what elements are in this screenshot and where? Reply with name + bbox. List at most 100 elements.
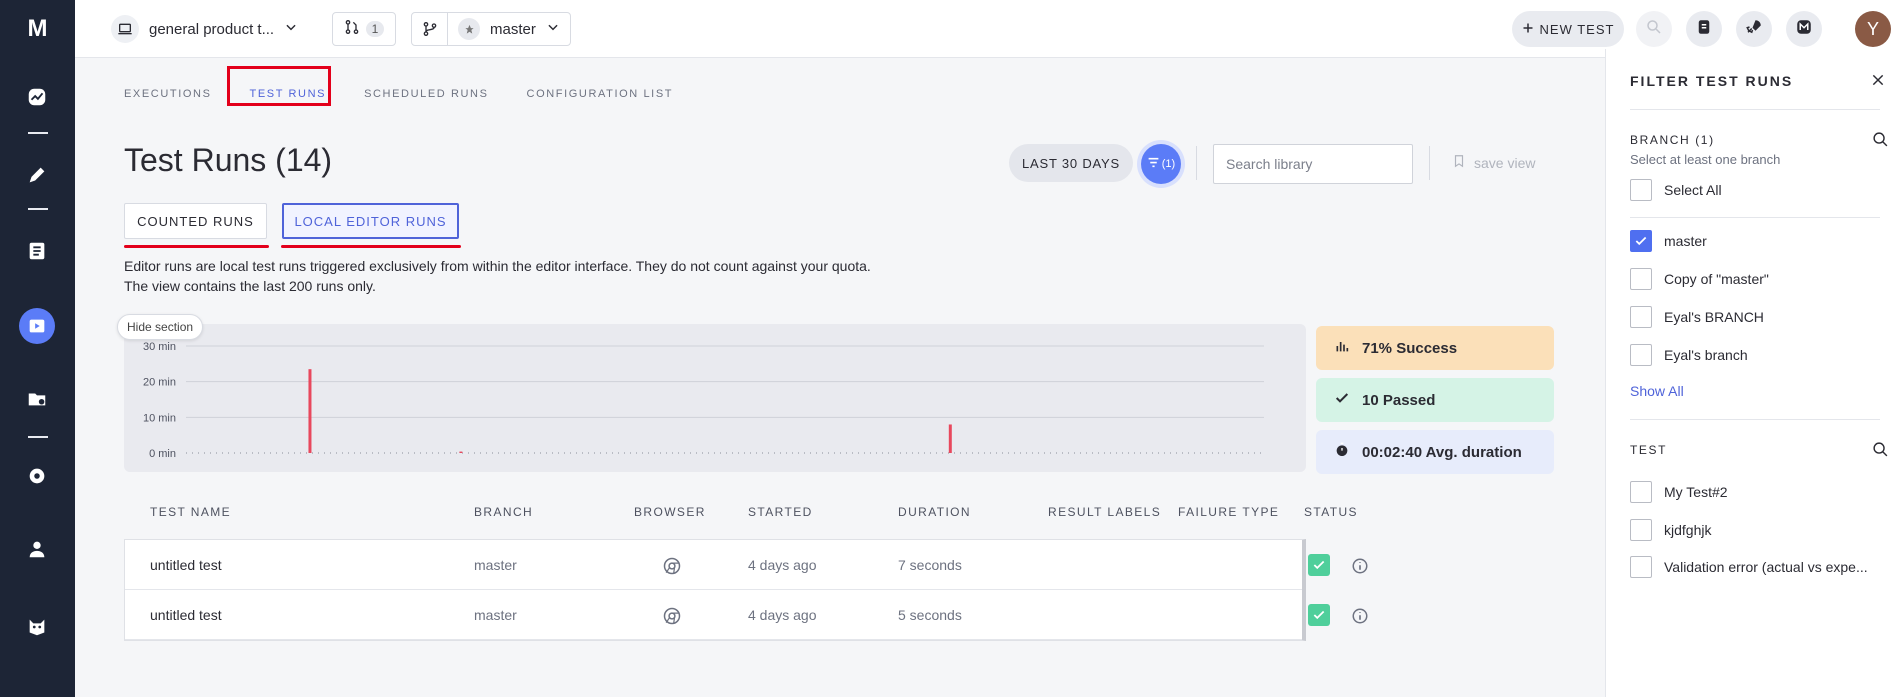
checkbox[interactable] [1630, 481, 1652, 503]
rocket-button[interactable] [1736, 11, 1772, 47]
checkbox-label: My Test#2 [1664, 484, 1728, 500]
user-icon[interactable] [22, 534, 52, 564]
close-icon[interactable] [1871, 73, 1885, 92]
rail-separator [28, 208, 48, 210]
info-icon[interactable] [1351, 557, 1369, 578]
test-section-header: TEST [1630, 443, 1668, 457]
chevron-down-icon [284, 20, 298, 38]
column-test-name[interactable]: TEST NAME [150, 505, 231, 519]
dashboard-icon[interactable] [22, 82, 52, 112]
annotation-underline [281, 245, 461, 248]
success-stat-label: 71% Success [1362, 339, 1458, 357]
checkbox[interactable] [1630, 230, 1652, 252]
counted-runs-button[interactable]: COUNTED RUNS [124, 203, 267, 239]
avatar[interactable]: Y [1855, 11, 1891, 47]
filter-button[interactable]: (1) [1141, 144, 1181, 184]
filter-panel-title: FILTER TEST RUNS [1630, 73, 1794, 89]
checkbox[interactable] [1630, 556, 1652, 578]
project-selector[interactable]: general product t... [111, 12, 298, 46]
bar-chart-icon [1334, 338, 1350, 358]
test-option[interactable]: kjdfghjk [1630, 519, 1711, 541]
description: Editor runs are local test runs triggere… [124, 256, 871, 296]
checkbox[interactable] [1630, 306, 1652, 328]
column-result-labels[interactable]: RESULT LABELS [1048, 505, 1161, 519]
tab-scheduled-runs[interactable]: SCHEDULED RUNS [364, 88, 488, 106]
column-branch[interactable]: BRANCH [474, 505, 533, 519]
checkbox[interactable] [1630, 519, 1652, 541]
branch-option-copy-of-master[interactable]: Copy of "master" [1630, 268, 1769, 290]
duration-bar [308, 369, 312, 453]
duration-stat-label: 00:02:40 Avg. duration [1362, 443, 1522, 461]
checkbox-label: kjdfghjk [1664, 522, 1712, 538]
hide-section-button[interactable]: Hide section [117, 314, 204, 340]
column-status[interactable]: STATUS [1304, 505, 1358, 519]
checkbox[interactable] [1630, 179, 1652, 201]
search-input[interactable]: Search library [1213, 144, 1413, 184]
app-logo[interactable]: M [0, 0, 75, 58]
checkbox[interactable] [1630, 268, 1652, 290]
checkbox-label: Copy of "master" [1664, 271, 1769, 287]
show-all-link[interactable]: Show All [1630, 383, 1684, 399]
document-icon[interactable] [22, 236, 52, 266]
column-started[interactable]: STARTED [748, 505, 813, 519]
pull-request-button[interactable]: 1 [332, 12, 396, 46]
search-icon[interactable] [1872, 131, 1889, 153]
table-row[interactable]: untitled test master 4 days ago 5 second… [125, 590, 1368, 640]
new-test-button[interactable]: NEW TEST [1512, 11, 1624, 47]
test-runs-play-icon[interactable] [19, 308, 55, 344]
laptop-icon [111, 15, 139, 43]
save-view-button[interactable]: save view [1452, 154, 1535, 171]
tab-configuration-list[interactable]: CONFIGURATION LIST [527, 88, 674, 106]
annotation-underline [124, 245, 269, 248]
pull-request-count: 1 [365, 21, 385, 37]
status-passed-icon[interactable] [1308, 604, 1330, 626]
test-name-cell[interactable]: untitled test [150, 557, 222, 573]
gear-icon[interactable] [22, 461, 52, 491]
page-title: Test Runs (14) [124, 142, 333, 178]
divider [1630, 109, 1880, 110]
branch-option-eyals-branch[interactable]: Eyal's branch [1630, 344, 1748, 366]
mascot-icon[interactable] [22, 612, 52, 642]
y-tick-label: 20 min [143, 377, 176, 389]
success-stat: 71% Success [1316, 326, 1554, 370]
folder-settings-icon[interactable] [22, 384, 52, 414]
checkbox[interactable] [1630, 344, 1652, 366]
chevron-down-icon [546, 20, 560, 38]
pin-icon [458, 18, 480, 40]
test-option[interactable]: Validation error (actual vs expe... [1630, 556, 1868, 578]
duration-bar [459, 451, 463, 453]
docs-icon [1695, 18, 1713, 41]
branch-section-hint: Select at least one branch [1630, 152, 1781, 167]
search-button[interactable] [1636, 11, 1672, 47]
pull-request-icon [344, 19, 360, 39]
info-icon[interactable] [1351, 607, 1369, 628]
period-button[interactable]: LAST 30 DAYS [1009, 144, 1133, 182]
main-content: EXECUTIONS TEST RUNS SCHEDULED RUNS CONF… [75, 58, 1605, 697]
table-row[interactable]: untitled test master 4 days ago 7 second… [125, 540, 1368, 590]
branch-option-master[interactable]: master [1630, 230, 1707, 252]
checkbox-label: Eyal's BRANCH [1664, 309, 1764, 325]
column-browser[interactable]: BROWSER [634, 505, 706, 519]
duration-chart: 30 min 20 min 10 min 0 min [124, 324, 1306, 472]
description-line: Editor runs are local test runs triggere… [124, 258, 871, 274]
started-cell: 4 days ago [748, 557, 817, 573]
column-duration[interactable]: DURATION [898, 505, 971, 519]
select-all-checkbox[interactable]: Select All [1630, 179, 1722, 201]
passed-stat-label: 10 Passed [1362, 391, 1436, 409]
pencil-icon[interactable] [22, 160, 52, 190]
column-failure-type[interactable]: FAILURE TYPE [1178, 505, 1279, 519]
test-name-cell[interactable]: untitled test [150, 607, 222, 623]
left-rail: M [0, 0, 75, 697]
duration-stat: 00:02:40 Avg. duration [1316, 430, 1554, 474]
test-option[interactable]: My Test#2 [1630, 481, 1728, 503]
search-icon[interactable] [1872, 441, 1889, 463]
branch-option-eyals-branch-upper[interactable]: Eyal's BRANCH [1630, 306, 1764, 328]
y-tick-label: 30 min [143, 341, 176, 353]
mabl-button[interactable] [1786, 11, 1822, 47]
docs-button[interactable] [1686, 11, 1722, 47]
status-passed-icon[interactable] [1308, 554, 1330, 576]
duration-cell: 7 seconds [898, 557, 962, 573]
tab-executions[interactable]: EXECUTIONS [124, 88, 212, 106]
local-editor-runs-button[interactable]: LOCAL EDITOR RUNS [282, 203, 459, 239]
branch-selector[interactable]: master [411, 12, 571, 46]
